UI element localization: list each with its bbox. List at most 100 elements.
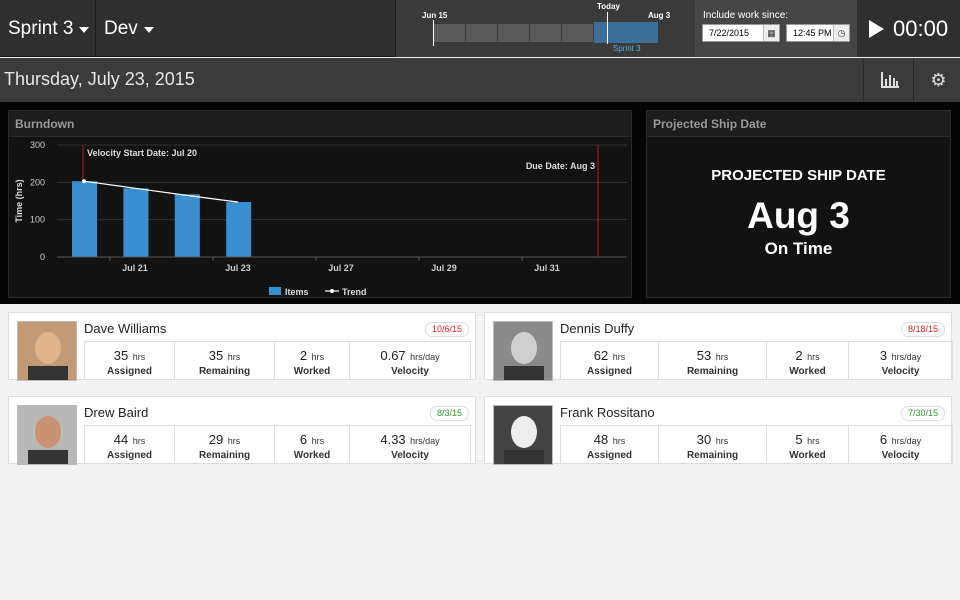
due-date-label: Due Date: Aug 3 bbox=[526, 161, 595, 171]
stat-unit: hrs bbox=[807, 436, 820, 446]
bar bbox=[175, 194, 200, 257]
settings-button[interactable]: ⚙ bbox=[913, 58, 960, 102]
stat-value: 44 bbox=[114, 432, 128, 447]
stat-label: Remaining bbox=[175, 366, 274, 377]
chevron-down-icon bbox=[79, 27, 89, 33]
stat-unit: hrs bbox=[228, 436, 241, 446]
include-work-since-label: Include work since: bbox=[703, 10, 788, 21]
stat-value: 35 bbox=[209, 348, 223, 363]
chart-button[interactable] bbox=[863, 58, 913, 102]
y-axis-label: Time (hrs) bbox=[14, 179, 24, 222]
stat-unit: hrs/day bbox=[892, 436, 922, 446]
x-tick-label: Jul 31 bbox=[534, 263, 560, 273]
sprint-timeline[interactable]: Jun 15 Today Aug 3 Sprint 3 bbox=[395, 0, 695, 57]
stat-value: 2 bbox=[795, 348, 802, 363]
projected-caption: PROJECTED SHIP DATE bbox=[647, 167, 950, 184]
dashboard-panels: Burndown 0100200300Time (hrs)Velocity St… bbox=[0, 102, 960, 304]
stat-remaining: 30 hrsRemaining bbox=[659, 426, 767, 463]
burndown-title: Burndown bbox=[9, 111, 631, 137]
stat-label: Velocity bbox=[849, 366, 952, 377]
sprint-dropdown-label: Sprint 3 bbox=[8, 18, 73, 40]
avatar bbox=[493, 321, 553, 381]
member-card[interactable]: Drew Baird 8/3/15 44 hrsAssigned 29 hrs Rema… bbox=[8, 396, 476, 464]
stat-label: Worked bbox=[275, 366, 349, 377]
timeline-today-label: Today bbox=[597, 2, 620, 11]
stat-label: Remaining bbox=[175, 450, 274, 461]
due-date-badge: 10/6/15 bbox=[425, 322, 469, 337]
team-dropdown[interactable]: Dev bbox=[96, 0, 166, 57]
timer-value: 00:00 bbox=[893, 16, 948, 42]
stat-value: 48 bbox=[594, 432, 608, 447]
member-name: Drew Baird bbox=[84, 405, 148, 420]
stat-worked: 5 hrsWorked bbox=[767, 426, 849, 463]
calendar-icon[interactable]: ▦ bbox=[763, 25, 779, 41]
clock-icon[interactable]: ◷ bbox=[833, 25, 849, 41]
since-date-value: 7/22/2015 bbox=[709, 28, 749, 38]
trend-line bbox=[84, 181, 238, 202]
member-stats: 62 hrsAssigned53 hrsRemaining2 hrsWorked… bbox=[560, 341, 953, 380]
bar bbox=[123, 188, 148, 257]
avatar bbox=[17, 405, 77, 465]
projected-ship-panel: Projected Ship Date PROJECTED SHIP DATE … bbox=[646, 110, 951, 298]
stat-unit: hrs/day bbox=[410, 436, 440, 446]
member-card[interactable]: Dave Williams10/6/1535 hrsAssigned35 hrs… bbox=[8, 312, 476, 380]
stat-value: 29 bbox=[209, 432, 223, 447]
member-name: Dave Williams bbox=[84, 321, 166, 336]
legend-items-swatch bbox=[269, 287, 281, 295]
stat-unit: hrs/day bbox=[892, 352, 922, 362]
member-name: Dennis Duffy bbox=[560, 321, 634, 336]
y-tick-label: 300 bbox=[30, 140, 45, 150]
page-title: Thursday, July 23, 2015 bbox=[4, 69, 195, 90]
timer: 00:00 bbox=[857, 0, 960, 57]
timeline-start-label: Jun 15 bbox=[422, 11, 447, 20]
bar bbox=[226, 202, 251, 257]
since-time-field[interactable]: 12:45 PM ◷ bbox=[786, 24, 850, 42]
stat-unit: hrs bbox=[613, 436, 626, 446]
stat-label: Assigned bbox=[561, 366, 658, 377]
due-date-badge: 8/18/15 bbox=[901, 322, 945, 337]
timeline-end-label: Aug 3 bbox=[648, 11, 670, 20]
stat-velocity: 0.67 hrs/dayVelocity bbox=[350, 342, 470, 379]
stat-unit: hrs/day bbox=[410, 352, 440, 362]
since-time-value: 12:45 PM bbox=[793, 28, 832, 38]
since-date-field[interactable]: 7/22/2015 ▦ bbox=[702, 24, 780, 42]
stat-velocity: 4.33 hrs/dayVelocity bbox=[350, 426, 470, 463]
legend-trend-dot bbox=[330, 289, 334, 293]
member-stats: 44 hrsAssigned29 hrsRemaining6 hrsWorked… bbox=[84, 425, 471, 464]
timeline-start-marker bbox=[433, 20, 434, 46]
stat-value: 6 bbox=[880, 432, 887, 447]
member-card[interactable]: Dennis Duffy8/18/1562 hrsAssigned53 hrsR… bbox=[484, 312, 952, 380]
stat-value: 3 bbox=[880, 348, 887, 363]
stat-assigned: 44 hrsAssigned bbox=[85, 426, 175, 463]
play-icon[interactable] bbox=[869, 20, 884, 38]
chevron-down-icon bbox=[144, 27, 154, 33]
member-card[interactable]: Frank Rossitano7/30/1548 hrsAssigned30 h… bbox=[484, 396, 952, 464]
x-tick-label: Jul 29 bbox=[431, 263, 457, 273]
include-work-since: Include work since: 7/22/2015 ▦ 12:45 PM… bbox=[695, 0, 857, 57]
stat-label: Velocity bbox=[849, 450, 952, 461]
date-bar: Thursday, July 23, 2015 ⚙ bbox=[0, 58, 960, 102]
due-date-badge: 7/30/15 bbox=[901, 406, 945, 421]
due-date-badge: 8/3/15 bbox=[430, 406, 469, 421]
top-bar: Sprint 3 Dev Jun 15 Today Aug 3 Sprint 3… bbox=[0, 0, 960, 57]
stat-label: Worked bbox=[767, 366, 848, 377]
stat-unit: hrs bbox=[133, 352, 146, 362]
stat-value: 2 bbox=[300, 348, 307, 363]
stat-assigned: 62 hrsAssigned bbox=[561, 342, 659, 379]
bar bbox=[72, 181, 97, 257]
stat-unit: hrs bbox=[716, 352, 729, 362]
stat-label: Remaining bbox=[659, 450, 766, 461]
avatar bbox=[493, 405, 553, 465]
stat-velocity: 3 hrs/day Velocity bbox=[849, 342, 952, 379]
stat-label: Assigned bbox=[85, 366, 174, 377]
stat-worked: 2 hrsWorked bbox=[767, 342, 849, 379]
burndown-panel: Burndown 0100200300Time (hrs)Velocity St… bbox=[8, 110, 632, 298]
member-name: Frank Rossitano bbox=[560, 405, 655, 420]
avatar bbox=[17, 321, 77, 381]
projected-date: Aug 3 bbox=[647, 195, 950, 237]
stat-label: Velocity bbox=[350, 450, 470, 461]
timeline-sprint-range[interactable] bbox=[594, 22, 658, 43]
sprint-dropdown[interactable]: Sprint 3 bbox=[0, 0, 96, 57]
timeline-sprint-label: Sprint 3 bbox=[613, 44, 641, 53]
velocity-start-label: Velocity Start Date: Jul 20 bbox=[87, 148, 197, 158]
